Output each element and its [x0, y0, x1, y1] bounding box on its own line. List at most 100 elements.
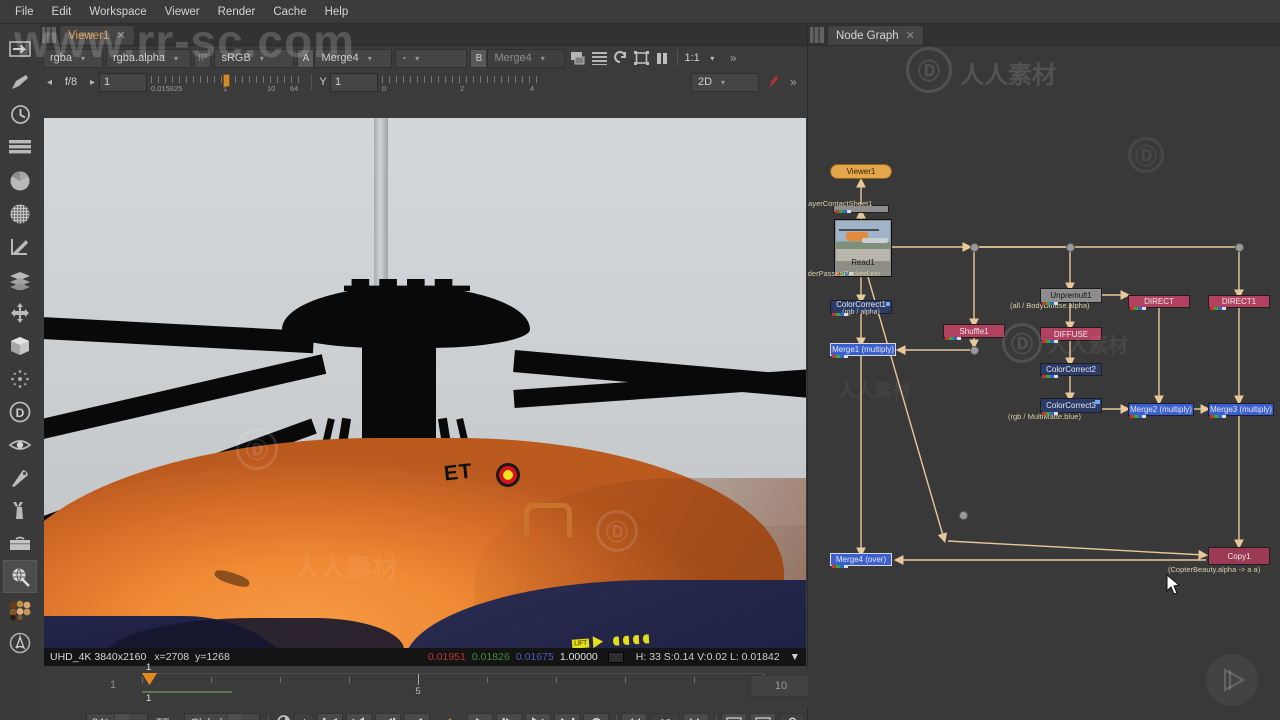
- tab-viewer1[interactable]: Viewer1 ✕: [59, 25, 135, 45]
- deep-icon[interactable]: D: [3, 395, 37, 428]
- image-input-icon[interactable]: [3, 32, 37, 65]
- shuffle1-node[interactable]: Shuffle1: [943, 324, 1005, 338]
- filter-icon[interactable]: [3, 197, 37, 230]
- frame-increment-field[interactable]: 10: [650, 712, 681, 720]
- menu-item-render[interactable]: Render: [209, 3, 265, 21]
- refresh-icon[interactable]: [610, 48, 631, 68]
- gain-next-button[interactable]: ▸: [86, 77, 99, 88]
- pipe-junction-dot[interactable]: [970, 346, 979, 355]
- play-forward-button[interactable]: [467, 712, 494, 720]
- pipe-junction-dot[interactable]: [1235, 243, 1244, 252]
- node-graph-canvas[interactable]: Viewer1 LayerContactSheet1 Read1 RenderP…: [808, 47, 1280, 720]
- color-wheel-icon[interactable]: [3, 164, 37, 197]
- input-a-select[interactable]: Merge4 ▾: [314, 48, 393, 68]
- scope-select[interactable]: Global ▾: [184, 713, 261, 720]
- close-icon[interactable]: ✕: [906, 29, 915, 42]
- layout-icon[interactable]: [589, 48, 610, 68]
- colorspace-select[interactable]: sRGB ▾: [214, 48, 295, 68]
- furnace-dots-icon[interactable]: [3, 593, 37, 626]
- timeline-end-field[interactable]: 10: [750, 675, 812, 697]
- timeline-playhead[interactable]: [142, 673, 157, 686]
- pen-icon[interactable]: [762, 72, 783, 92]
- jump-to-start-button[interactable]: [317, 712, 344, 720]
- menu-item-help[interactable]: Help: [316, 3, 358, 21]
- viewer-canvas[interactable]: ET LIFT Ⓓ Ⓓ 人人素材 人人素材: [44, 118, 806, 648]
- gain-slider[interactable]: 0.015825 1 10 64: [151, 73, 303, 93]
- chevron-down-icon[interactable]: ▾: [702, 48, 723, 68]
- draw-icon[interactable]: [3, 65, 37, 98]
- menu-item-cache[interactable]: Cache: [264, 3, 315, 21]
- ip-toggle[interactable]: IP: [194, 48, 212, 68]
- expand-chevrons-icon[interactable]: »: [723, 48, 744, 68]
- input-b-select[interactable]: Merge4 ▾: [487, 48, 566, 68]
- toolbox-icon[interactable]: [3, 527, 37, 560]
- channel-icon[interactable]: [3, 131, 37, 164]
- timeline[interactable]: 1 5 10 1 1 10 »: [84, 662, 842, 707]
- tf-mode-select[interactable]: TF ▾: [152, 713, 181, 720]
- 3d-icon[interactable]: [3, 329, 37, 362]
- viewer1-node[interactable]: Viewer1: [830, 164, 892, 179]
- step-back-button[interactable]: [375, 712, 402, 720]
- gain-input[interactable]: 1: [99, 72, 147, 92]
- keyer-icon[interactable]: [3, 230, 37, 263]
- stop-button[interactable]: [583, 712, 610, 720]
- menu-item-edit[interactable]: Edit: [43, 3, 81, 21]
- record-button[interactable]: [750, 712, 777, 720]
- input-b-tag: B: [470, 48, 488, 68]
- next-keyframe-button[interactable]: [525, 712, 552, 720]
- sync-icon[interactable]: [273, 713, 294, 720]
- colorcorrect1-node[interactable]: ColorCorrect1 (rgb / alpha): [830, 300, 892, 316]
- diffuse-node[interactable]: DIFFUSE: [1040, 327, 1102, 341]
- pane-grip-icon[interactable]: [42, 27, 56, 43]
- gamma-input[interactable]: 1: [330, 72, 378, 92]
- channels-select[interactable]: rgba ▾: [43, 48, 103, 68]
- globe-search-icon[interactable]: [3, 560, 37, 593]
- play-range-button[interactable]: [721, 712, 748, 720]
- in-point-button[interactable]: I: [294, 712, 315, 720]
- pixel-color-swatch: [607, 651, 624, 663]
- timeline-track[interactable]: 5 10 1 1: [142, 662, 768, 704]
- menu-item-workspace[interactable]: Workspace: [80, 3, 155, 21]
- menu-item-file[interactable]: File: [6, 3, 43, 21]
- expand-chevrons-icon[interactable]: »: [783, 72, 804, 92]
- unpremult1-channel-bar: [1042, 302, 1058, 305]
- tab-node-graph[interactable]: Node Graph ✕: [827, 25, 924, 45]
- gain-prev-button[interactable]: ◂: [43, 77, 56, 88]
- colorcorrect3-node[interactable]: ColorCorrect3: [1040, 398, 1102, 413]
- ocula-swirl-icon[interactable]: [3, 626, 37, 659]
- roi-icon[interactable]: [631, 48, 652, 68]
- time-icon[interactable]: [3, 98, 37, 131]
- metadata-tag-icon[interactable]: [3, 461, 37, 494]
- pause-icon[interactable]: [652, 48, 673, 68]
- jump-to-end-button[interactable]: [554, 712, 581, 720]
- zoom-level[interactable]: 1:1: [682, 52, 701, 64]
- lock-icon[interactable]: [779, 712, 806, 720]
- proxy-icon[interactable]: [568, 48, 589, 68]
- pipe-junction-dot[interactable]: [959, 511, 968, 520]
- layer-select[interactable]: rgba.alpha ▾: [106, 48, 191, 68]
- decrement-frames-button[interactable]: [621, 712, 648, 720]
- play-backward-button[interactable]: [404, 712, 431, 720]
- operation-select[interactable]: - ▾: [395, 48, 468, 68]
- pane-grip-icon[interactable]: [810, 27, 824, 43]
- fps-select[interactable]: 24* ▾: [86, 713, 148, 720]
- status-expand-icon[interactable]: ▼: [790, 651, 800, 663]
- direct-channel-bar: [1130, 307, 1146, 310]
- particles-icon[interactable]: [3, 362, 37, 395]
- close-icon[interactable]: ✕: [116, 29, 125, 42]
- view-mode-select[interactable]: 2D ▾: [691, 72, 759, 92]
- gamma-slider[interactable]: 0 2 4: [382, 73, 540, 93]
- playhead-frame-label-below: 1: [146, 693, 152, 704]
- increment-frames-button[interactable]: [683, 712, 710, 720]
- previous-keyframe-button[interactable]: [346, 712, 373, 720]
- pipe-junction-dot[interactable]: [970, 243, 979, 252]
- pipe-junction-dot[interactable]: [1066, 243, 1075, 252]
- copy1-node[interactable]: Copy1: [1208, 547, 1270, 565]
- transform-icon[interactable]: [3, 296, 37, 329]
- rendered-image[interactable]: ET LIFT Ⓓ Ⓓ 人人素材 人人素材: [44, 118, 806, 648]
- merge-icon[interactable]: [3, 263, 37, 296]
- menu-item-viewer[interactable]: Viewer: [156, 3, 209, 21]
- step-forward-button[interactable]: [496, 712, 523, 720]
- wrench-icon[interactable]: [3, 494, 37, 527]
- eye-icon[interactable]: [3, 428, 37, 461]
